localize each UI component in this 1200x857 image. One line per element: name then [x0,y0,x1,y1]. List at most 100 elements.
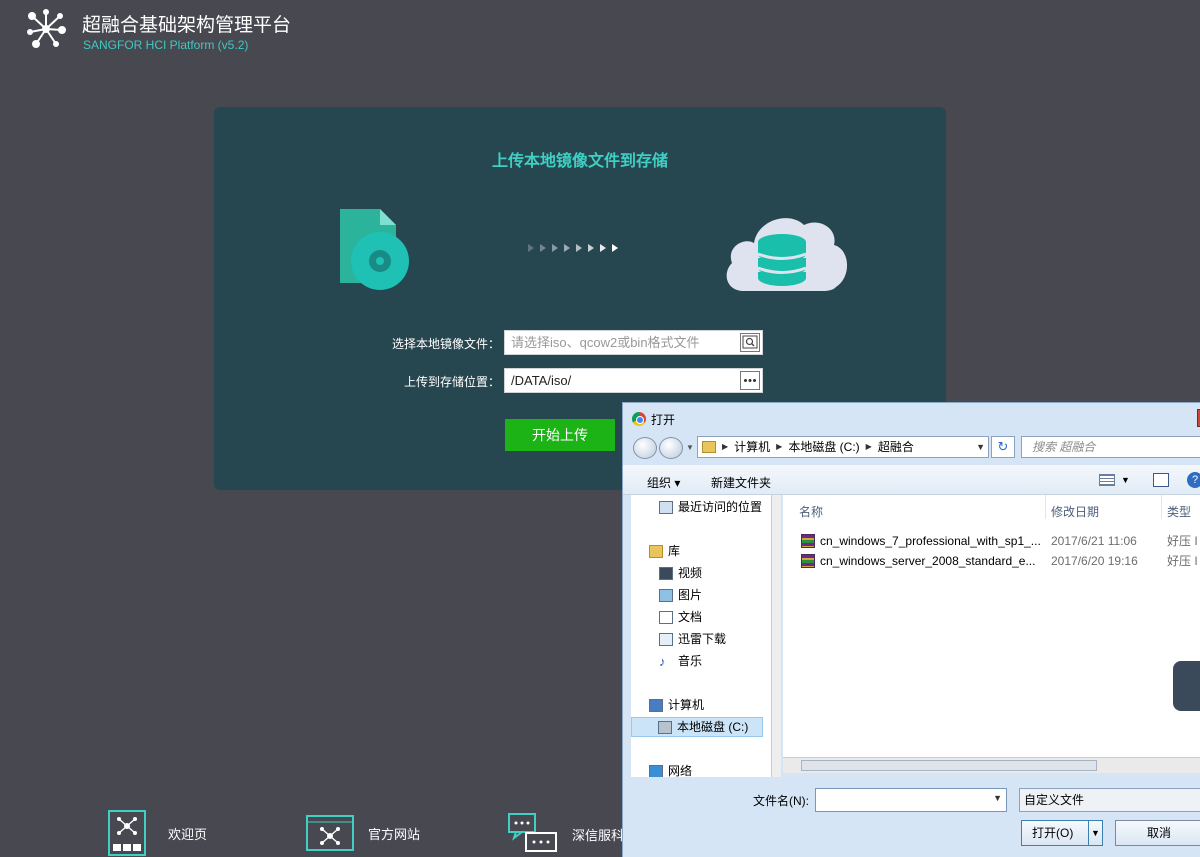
nav-item-label: 迅雷下载 [678,632,727,646]
nav-item-pictures[interactable]: 图片 [659,585,702,605]
archive-icon [801,554,815,568]
bottom-nav-welcome[interactable]: 欢迎页 [108,810,207,856]
folder-icon [702,441,716,453]
library-icon [649,544,663,558]
organize-button[interactable]: 组织 ▾ [647,474,680,491]
file-type: 好压 I [1167,534,1198,548]
cancel-button[interactable]: 取消 [1115,820,1200,846]
breadcrumb-drive[interactable]: 本地磁盘 (C:) [788,437,859,457]
chevron-right-icon[interactable]: ▶ [776,437,782,457]
dialog-toolbar: 组织 ▾ 新建文件夹 ▼ ? [623,465,1200,495]
nav-item-label: 库 [668,544,681,558]
column-type[interactable]: 类型 [1167,503,1191,520]
file-list-scrollbar[interactable] [783,757,1200,773]
file-type-filter[interactable]: 自定义文件 [1019,788,1200,812]
nav-item-drive-c[interactable]: 本地磁盘 (C:) [631,717,763,737]
filename-label: 文件名(N): [753,794,809,808]
address-dropdown-icon[interactable]: ▼ [976,437,985,457]
open-dropdown-icon[interactable]: ▼ [1088,821,1102,845]
welcome-icon [108,810,146,856]
music-icon: ♪ [659,654,673,668]
forward-button[interactable] [659,437,683,459]
view-options-icon[interactable] [1099,474,1115,486]
dialog-title: 打开 [651,413,676,427]
breadcrumb-folder[interactable]: 超融合 [878,437,914,457]
nav-item-label: 本地磁盘 (C:) [677,720,749,734]
nav-item-label: 网络 [668,764,693,777]
drive-icon [658,720,672,734]
nav-item-library[interactable]: 库 [649,541,680,561]
bottom-nav-website[interactable]: 官方网站 [306,815,420,851]
scrollbar-thumb[interactable] [801,760,1097,771]
column-name[interactable]: 名称 [799,503,823,520]
filename-input[interactable]: ▼ [815,788,1007,812]
video-icon [659,566,673,580]
bottom-nav-label: 深信服科 [572,827,625,843]
browse-button[interactable] [740,333,760,352]
network-icon [649,764,663,777]
choose-storage-button[interactable] [740,371,760,390]
documents-icon [659,610,673,624]
app-subtitle: SANGFOR HCI Platform (v5.2) [83,38,249,52]
breadcrumb-computer[interactable]: 计算机 [734,437,770,457]
navigation-pane: 最近访问的位置 库 视频 图片 文档 迅雷下载 ♪ 音乐 计算机 本地磁盘 (C:… [631,495,781,777]
file-type: 好压 I [1167,554,1198,568]
dialog-navbar: ▼ ▶ 计算机 ▶ 本地磁盘 (C:) ▶ 超融合 ▼ ↻ 搜索 超融合 [623,433,1200,461]
preview-pane-icon[interactable] [1153,473,1169,487]
view-dropdown-icon[interactable]: ▼ [1121,475,1130,485]
bottom-nav-label: 官方网站 [368,826,421,842]
storage-path-input[interactable]: /DATA/iso/ [504,368,763,393]
bottom-nav-community[interactable]: 深信服科 [508,813,624,855]
file-input[interactable]: 请选择iso、qcow2或bin格式文件 [504,330,763,355]
nav-item-downloads[interactable]: 迅雷下载 [659,629,726,649]
open-button-label: 打开(O) [1032,826,1074,840]
file-row[interactable]: cn_windows_server_2008_standard_e... 201… [783,551,1200,571]
nav-item-label: 计算机 [668,698,705,712]
app-title: 超融合基础架构管理平台 [82,15,292,36]
address-bar[interactable]: ▶ 计算机 ▶ 本地磁盘 (C:) ▶ 超融合 ▼ [697,436,989,458]
start-upload-button[interactable]: 开始上传 [505,419,615,451]
side-tab-widget[interactable] [1173,661,1200,711]
upload-title: 上传本地镜像文件到存储 [491,153,668,170]
chevron-right-icon[interactable]: ▶ [866,437,872,457]
nav-item-label: 音乐 [678,654,703,668]
file-field-label: 选择本地镜像文件： [391,337,500,351]
file-date: 2017/6/20 19:16 [1051,554,1138,568]
filename-dropdown-icon[interactable]: ▼ [993,793,1002,803]
help-icon[interactable]: ? [1187,472,1200,488]
cloud-storage-icon [722,207,852,298]
app-logo [22,8,70,50]
history-dropdown-icon[interactable]: ▼ [686,443,694,452]
column-date[interactable]: 修改日期 [1051,503,1099,520]
back-button[interactable] [633,437,657,459]
nav-item-network[interactable]: 网络 [649,761,692,777]
archive-icon [801,534,815,548]
progress-arrows [528,244,618,252]
nav-item-label: 图片 [678,588,703,602]
file-date: 2017/6/21 11:06 [1051,534,1137,548]
storage-path-value: /DATA/iso/ [511,373,572,388]
dialog-titlebar[interactable]: 打开 [623,403,1200,433]
search-icon [742,335,758,349]
chevron-right-icon[interactable]: ▶ [722,437,728,457]
file-row[interactable]: cn_windows_7_professional_with_sp1_... 2… [783,531,1200,551]
more-icon [744,379,756,382]
refresh-button[interactable]: ↻ [991,436,1015,458]
nav-item-label: 最近访问的位置 [678,500,763,514]
new-folder-button[interactable]: 新建文件夹 [711,474,771,491]
image-file-icon [336,207,412,298]
column-divider[interactable] [1161,495,1162,519]
nav-item-video[interactable]: 视频 [659,563,702,583]
nav-item-computer[interactable]: 计算机 [649,695,704,715]
open-button[interactable]: 打开(O) ▼ [1021,820,1103,846]
column-divider[interactable] [1045,495,1046,519]
nav-item-music[interactable]: ♪ 音乐 [659,651,702,671]
nav-pane-scrollbar[interactable] [771,495,781,777]
website-icon [306,815,354,851]
search-input[interactable]: 搜索 超融合 [1021,436,1200,458]
nav-item-recent[interactable]: 最近访问的位置 [659,497,762,517]
chrome-icon [632,412,646,426]
nav-item-label: 文档 [678,610,703,624]
nav-item-documents[interactable]: 文档 [659,607,702,627]
file-list-pane: 名称 修改日期 类型 cn_windows_7_professional_wit… [783,495,1200,773]
